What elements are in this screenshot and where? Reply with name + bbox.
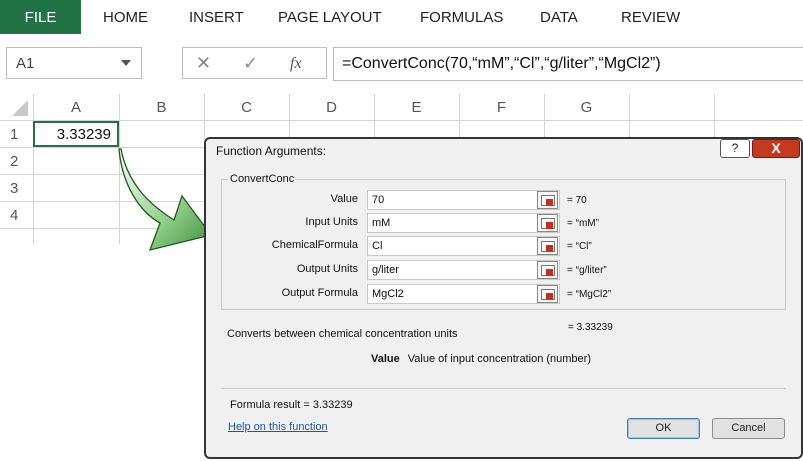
row-header-1[interactable]: 1 xyxy=(0,121,33,148)
column-header-b[interactable]: B xyxy=(119,94,204,120)
formula-result: Formula result = 3.33239 xyxy=(230,399,353,411)
grid-line xyxy=(204,94,205,139)
argument-help-text: Value of input concentration (number) xyxy=(407,353,591,365)
ribbon-tabs: FILE HOME INSERT PAGE LAYOUT FORMULAS DA… xyxy=(0,0,803,34)
range-select-icon[interactable] xyxy=(537,214,558,232)
tab-page-layout[interactable]: PAGE LAYOUT xyxy=(278,0,382,34)
select-all-icon[interactable] xyxy=(12,100,28,116)
column-header-d[interactable]: D xyxy=(289,94,374,120)
formula-buttons: ✕ ✓ fx xyxy=(182,47,327,79)
function-name-label: ConvertConc xyxy=(228,173,297,185)
column-header-f[interactable]: F xyxy=(459,94,544,120)
grid-line xyxy=(289,94,290,139)
arg-label-output-units: Output Units xyxy=(296,263,358,275)
tab-home[interactable]: HOME xyxy=(103,0,148,34)
tab-insert[interactable]: INSERT xyxy=(189,0,244,34)
column-header-e[interactable]: E xyxy=(374,94,459,120)
range-select-icon[interactable] xyxy=(537,237,558,255)
column-header-c[interactable]: C xyxy=(204,94,289,120)
column-header-g[interactable]: G xyxy=(544,94,629,120)
divider xyxy=(221,388,786,389)
arg-result-output-formula: = “MgCl2” xyxy=(567,289,612,300)
grid-line xyxy=(544,94,545,139)
grid-line xyxy=(0,147,205,148)
cancel-button[interactable]: Cancel xyxy=(712,418,785,439)
formula-text: =ConvertConc(70,“mM”,“Cl”,“g/liter”,“MgC… xyxy=(342,55,661,72)
grid-line xyxy=(0,174,205,175)
dialog-title: Function Arguments: xyxy=(216,144,327,158)
tab-data[interactable]: DATA xyxy=(540,0,578,34)
grid-line xyxy=(714,94,715,139)
column-header-a[interactable]: A xyxy=(33,94,119,120)
help-button[interactable]: ? xyxy=(720,139,750,158)
grid-line xyxy=(459,94,460,139)
argument-help-name: Value xyxy=(371,353,400,365)
arg-label-value: Value xyxy=(330,193,358,205)
tab-formulas[interactable]: FORMULAS xyxy=(420,0,503,34)
close-button[interactable]: X xyxy=(752,139,800,158)
grid-line xyxy=(629,94,630,139)
grid-line xyxy=(119,94,120,244)
range-select-icon[interactable] xyxy=(537,191,558,209)
arg-label-output-formula: Output Formula xyxy=(281,287,358,299)
row-header-4[interactable]: 4 xyxy=(0,202,33,229)
grid-line xyxy=(0,201,205,202)
arg-result-chemical-formula: = “Cl” xyxy=(567,241,592,252)
chevron-down-icon[interactable] xyxy=(121,60,131,66)
insert-function-icon[interactable]: fx xyxy=(290,55,302,73)
name-box-value: A1 xyxy=(16,55,35,72)
grid-line xyxy=(0,228,205,229)
row-header-3[interactable]: 3 xyxy=(0,175,33,202)
arg-label-input-units: Input Units xyxy=(305,216,358,228)
arg-input-value[interactable]: 70 xyxy=(367,190,560,210)
arg-input-output-formula[interactable]: MgCl2 xyxy=(367,284,560,304)
arg-input-output-units[interactable]: g/liter xyxy=(367,260,560,280)
arg-input-chemical-formula[interactable]: Cl xyxy=(367,236,560,256)
range-select-icon[interactable] xyxy=(537,285,558,303)
function-description: Converts between chemical concentration … xyxy=(227,328,458,340)
formula-input[interactable]: =ConvertConc(70,“mM”,“Cl”,“g/liter”,“MgC… xyxy=(333,47,803,81)
range-select-icon[interactable] xyxy=(537,261,558,279)
tab-review[interactable]: REVIEW xyxy=(621,0,680,34)
name-box[interactable]: A1 xyxy=(6,47,142,79)
arg-result-output-units: = “g/liter” xyxy=(567,265,607,276)
arg-label-chemical-formula: ChemicalFormula xyxy=(271,239,358,251)
argument-help: Value Value of input concentration (numbe… xyxy=(371,353,591,365)
grid-line xyxy=(33,94,34,244)
arg-result-input-units: = “mM” xyxy=(567,218,599,229)
tab-file[interactable]: FILE xyxy=(0,0,81,34)
ok-button[interactable]: OK xyxy=(627,418,700,439)
help-link[interactable]: Help on this function xyxy=(228,421,328,433)
row-header-2[interactable]: 2 xyxy=(0,148,33,175)
function-arguments-dialog: Function Arguments: ? X ConvertConc Valu… xyxy=(204,137,803,459)
cell-a1[interactable]: 3.33239 xyxy=(33,121,119,147)
function-result: = 3.33239 xyxy=(568,322,613,333)
enter-icon[interactable]: ✓ xyxy=(243,53,258,74)
cancel-icon[interactable]: ✕ xyxy=(196,53,211,74)
grid-line xyxy=(374,94,375,139)
arg-result-value: = 70 xyxy=(567,195,587,206)
grid-line xyxy=(0,120,803,121)
arg-input-input-units[interactable]: mM xyxy=(367,213,560,233)
